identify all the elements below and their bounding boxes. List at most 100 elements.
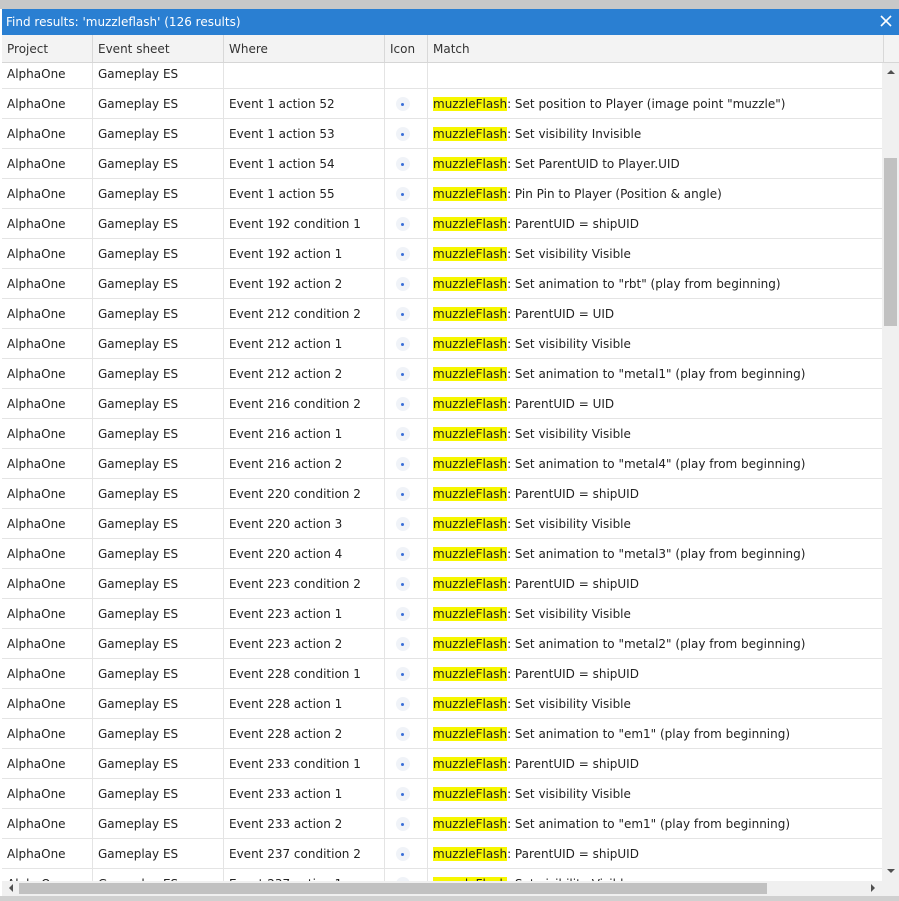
table-row[interactable]: AlphaOne Gameplay ES Event 1 action 53 muzz… xyxy=(2,119,882,149)
table-row[interactable]: AlphaOne Gameplay ES Event 233 condition 1… xyxy=(2,749,882,779)
action-dot-icon xyxy=(396,816,410,831)
match-highlight: muzzleFlash xyxy=(433,396,508,411)
column-header-where[interactable]: Where xyxy=(224,35,385,62)
cell-icon xyxy=(385,509,428,538)
cell-event-sheet: Gameplay ES xyxy=(93,719,224,748)
table-row[interactable]: AlphaOne Gameplay ES Event 1 action 55 muzz… xyxy=(2,179,882,209)
table-row[interactable]: AlphaOne Gameplay ES Event 192 condition 1… xyxy=(2,209,882,239)
cell-where: Event 212 condition 2 xyxy=(224,299,385,328)
table-row[interactable]: AlphaOne Gameplay ES Event 228 action 1 muz… xyxy=(2,689,882,719)
action-dot-icon xyxy=(396,606,410,621)
title-bar: Find results: 'muzzleflash' (126 results… xyxy=(2,9,899,35)
vertical-scroll-thumb[interactable] xyxy=(884,158,897,326)
match-highlight: muzzleFlash xyxy=(433,636,508,651)
cell-where: Event 220 condition 2 xyxy=(224,479,385,508)
match-text: : Set visibility Visible xyxy=(507,606,631,621)
table-row[interactable]: AlphaOne Gameplay ES Event 223 action 2 muz… xyxy=(2,629,882,659)
column-header-event-sheet[interactable]: Event sheet xyxy=(93,35,224,62)
cell-event-sheet: Gameplay ES xyxy=(93,809,224,838)
match-text: : Set visibility Visible xyxy=(507,336,631,351)
cell-icon xyxy=(385,809,428,838)
match-highlight: muzzleFlash xyxy=(433,216,508,231)
cell-project: AlphaOne xyxy=(2,89,93,118)
chevron-left-icon[interactable] xyxy=(6,883,16,893)
table-row[interactable]: AlphaOne Gameplay ES Event 192 action 1 muz… xyxy=(2,239,882,269)
close-icon[interactable] xyxy=(877,12,895,30)
cell-project: AlphaOne xyxy=(2,569,93,598)
table-row[interactable]: AlphaOne Gameplay ES Event 212 condition 2… xyxy=(2,299,882,329)
cell-match: muzzleFlash: Set position to Player (ima… xyxy=(428,89,882,118)
cell-match: muzzleFlash: Set ParentUID to Player.UID xyxy=(428,149,882,178)
table-row[interactable]: AlphaOne Gameplay ES Event 220 action 4 muz… xyxy=(2,539,882,569)
cell-event-sheet: Gameplay ES xyxy=(93,749,224,778)
cell-icon xyxy=(385,659,428,688)
cell-where: Event 237 condition 2 xyxy=(224,839,385,868)
results-list[interactable]: AlphaOne Gameplay ES AlphaOne Gameplay ES Ev… xyxy=(2,63,882,881)
cell-event-sheet: Gameplay ES xyxy=(93,569,224,598)
vertical-scrollbar[interactable] xyxy=(882,63,899,881)
table-row[interactable]: AlphaOne Gameplay ES Event 212 action 2 muz… xyxy=(2,359,882,389)
action-dot-icon xyxy=(396,396,410,411)
table-row[interactable]: AlphaOne Gameplay ES xyxy=(2,63,882,89)
cell-project: AlphaOne xyxy=(2,119,93,148)
cell-match: muzzleFlash: ParentUID = shipUID xyxy=(428,479,882,508)
chevron-right-icon[interactable] xyxy=(868,883,878,893)
cell-event-sheet: Gameplay ES xyxy=(93,869,224,881)
table-row[interactable]: AlphaOne Gameplay ES Event 192 action 2 muz… xyxy=(2,269,882,299)
action-dot-icon xyxy=(396,276,410,291)
table-row[interactable]: AlphaOne Gameplay ES Event 233 action 1 muz… xyxy=(2,779,882,809)
cell-icon xyxy=(385,63,428,88)
table-row[interactable]: AlphaOne Gameplay ES Event 223 condition 2… xyxy=(2,569,882,599)
match-text: : ParentUID = shipUID xyxy=(507,216,639,231)
cell-icon xyxy=(385,479,428,508)
action-dot-icon xyxy=(396,426,410,441)
table-row[interactable]: AlphaOne Gameplay ES Event 228 condition 1… xyxy=(2,659,882,689)
match-text: : ParentUID = UID xyxy=(507,396,615,411)
cell-where: Event 192 condition 1 xyxy=(224,209,385,238)
action-dot-icon xyxy=(396,366,410,381)
cell-event-sheet: Gameplay ES xyxy=(93,389,224,418)
table-row[interactable]: AlphaOne Gameplay ES Event 220 action 3 muz… xyxy=(2,509,882,539)
match-highlight: muzzleFlash xyxy=(433,336,508,351)
table-row[interactable]: AlphaOneGameplay ESEvent 237 action 1 muz… xyxy=(2,869,882,881)
cell-match: muzzleFlash: Set animation to "em1" (pla… xyxy=(428,719,882,748)
table-row[interactable]: AlphaOne Gameplay ES Event 237 condition 2… xyxy=(2,839,882,869)
cell-event-sheet: Gameplay ES xyxy=(93,659,224,688)
column-header-match[interactable]: Match xyxy=(428,35,884,62)
cell-where: Event 1 action 52 xyxy=(224,89,385,118)
match-text: : Pin Pin to Player (Position & angle) xyxy=(507,186,722,201)
column-header-project[interactable]: Project xyxy=(2,35,93,62)
cell-icon xyxy=(385,239,428,268)
cell-where: Event 1 action 53 xyxy=(224,119,385,148)
table-row[interactable]: AlphaOne Gameplay ES Event 216 action 2 muz… xyxy=(2,449,882,479)
action-dot-icon xyxy=(396,636,410,651)
cell-match: muzzleFlash: Set visibility Visible xyxy=(428,869,882,881)
horizontal-scroll-thumb[interactable] xyxy=(19,883,767,894)
table-row[interactable]: AlphaOne Gameplay ES Event 223 action 1 muz… xyxy=(2,599,882,629)
table-row[interactable]: AlphaOne Gameplay ES Event 1 action 52 muzz… xyxy=(2,89,882,119)
table-row[interactable]: AlphaOne Gameplay ES Event 216 action 1 muz… xyxy=(2,419,882,449)
cell-icon xyxy=(385,689,428,718)
cell-project: AlphaOne xyxy=(2,149,93,178)
table-row[interactable]: AlphaOne Gameplay ES Event 233 action 2 muz… xyxy=(2,809,882,839)
cell-where: Event 228 action 1 xyxy=(224,689,385,718)
chevron-down-icon[interactable] xyxy=(886,866,896,876)
cell-project: AlphaOne xyxy=(2,449,93,478)
table-row[interactable]: AlphaOne Gameplay ES Event 1 action 54 muzz… xyxy=(2,149,882,179)
cell-icon xyxy=(385,869,428,881)
cell-icon xyxy=(385,269,428,298)
match-highlight: muzzleFlash xyxy=(433,186,508,201)
cell-match: muzzleFlash: Set visibility Visible xyxy=(428,689,882,718)
cell-project: AlphaOne xyxy=(2,809,93,838)
horizontal-scrollbar[interactable] xyxy=(2,881,882,896)
table-row[interactable]: AlphaOne Gameplay ES Event 228 action 2 muz… xyxy=(2,719,882,749)
table-row[interactable]: AlphaOne Gameplay ES Event 220 condition 2… xyxy=(2,479,882,509)
table-row[interactable]: AlphaOne Gameplay ES Event 212 action 1 muz… xyxy=(2,329,882,359)
action-dot-icon xyxy=(396,216,410,231)
table-row[interactable]: AlphaOne Gameplay ES Event 216 condition 2… xyxy=(2,389,882,419)
column-header-icon[interactable]: Icon xyxy=(385,35,428,62)
cell-icon xyxy=(385,749,428,778)
chevron-up-icon[interactable] xyxy=(886,67,896,77)
cell-where: Event 228 condition 1 xyxy=(224,659,385,688)
match-text: : ParentUID = shipUID xyxy=(507,756,639,771)
